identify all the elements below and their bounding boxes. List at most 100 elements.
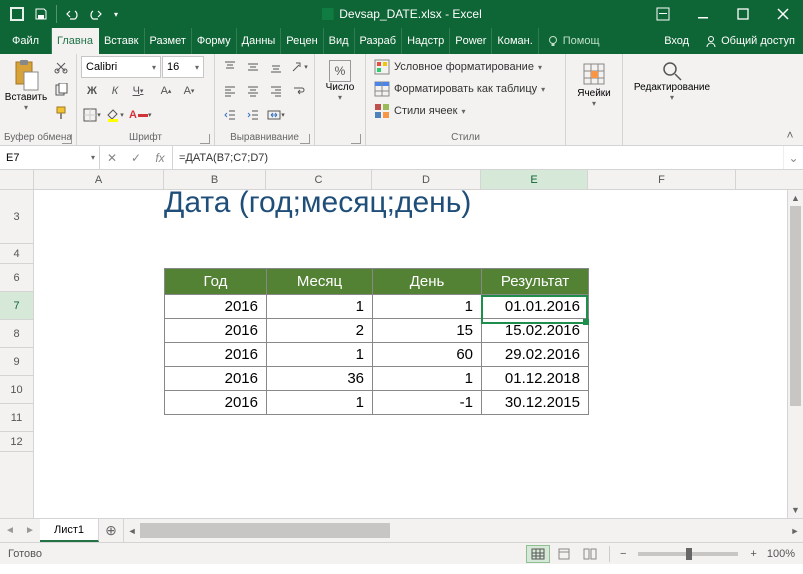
cell[interactable]: 2016	[165, 295, 267, 319]
select-all-corner[interactable]	[0, 170, 34, 189]
borders-icon[interactable]: ▾	[81, 104, 103, 126]
signin-button[interactable]: Вход	[656, 28, 697, 54]
fill-color-icon[interactable]: ▾	[104, 104, 126, 126]
cut-icon[interactable]	[50, 56, 72, 78]
fx-icon[interactable]: fx	[148, 146, 172, 169]
align-top-icon[interactable]	[219, 56, 241, 78]
increase-indent-icon[interactable]	[242, 104, 264, 126]
font-dialog-launcher[interactable]	[200, 134, 210, 144]
number-format-button[interactable]: % Число▾	[319, 56, 361, 102]
align-middle-icon[interactable]	[242, 56, 264, 78]
italic-button[interactable]: К	[104, 80, 126, 102]
name-box[interactable]: E7▾	[0, 146, 100, 169]
minimize-icon[interactable]	[683, 0, 723, 28]
cell[interactable]: 30.12.2015	[482, 391, 589, 415]
tab-addins[interactable]: Надстр	[402, 28, 450, 54]
tab-file[interactable]: Файл	[0, 28, 52, 54]
share-button[interactable]: Общий доступ	[697, 28, 803, 54]
tab-home[interactable]: Главна	[52, 28, 99, 54]
cell[interactable]: 29.02.2016	[482, 343, 589, 367]
cell[interactable]: 1	[267, 391, 373, 415]
column-header[interactable]: D	[372, 170, 481, 189]
cells-button[interactable]: Ячейки▾	[570, 56, 618, 108]
increase-font-icon[interactable]: A▴	[155, 80, 177, 102]
cell[interactable]: 1	[267, 295, 373, 319]
normal-view-icon[interactable]	[526, 545, 550, 563]
row-header[interactable]: 6	[0, 264, 33, 292]
align-center-icon[interactable]	[242, 80, 264, 102]
row-header[interactable]: 7	[0, 292, 33, 320]
zoom-out-icon[interactable]: −	[616, 548, 630, 560]
cell[interactable]: -1	[373, 391, 482, 415]
cell[interactable]: 60	[373, 343, 482, 367]
tab-formulas[interactable]: Форму	[192, 28, 237, 54]
copy-icon[interactable]	[50, 79, 72, 101]
vertical-scroll-thumb[interactable]	[790, 206, 801, 406]
row-header[interactable]: 11	[0, 404, 33, 432]
horizontal-scroll-thumb[interactable]	[140, 523, 390, 538]
orientation-icon[interactable]: ▾	[288, 56, 310, 78]
cell[interactable]: 2016	[165, 319, 267, 343]
tab-data[interactable]: Данны	[237, 28, 282, 54]
column-header[interactable]: B	[164, 170, 266, 189]
decrease-font-icon[interactable]: A▾	[178, 80, 200, 102]
conditional-formatting-button[interactable]: Условное форматирование▾	[370, 56, 546, 78]
merge-icon[interactable]: ▾	[265, 104, 287, 126]
font-color-icon[interactable]: A▾	[127, 104, 153, 126]
cell[interactable]: 15.02.2016	[482, 319, 589, 343]
close-icon[interactable]	[763, 0, 803, 28]
tab-layout[interactable]: Размет	[145, 28, 192, 54]
align-left-icon[interactable]	[219, 80, 241, 102]
cell[interactable]: 01.01.2016	[482, 295, 589, 319]
maximize-icon[interactable]	[723, 0, 763, 28]
row-header[interactable]: 10	[0, 376, 33, 404]
cell[interactable]: 2016	[165, 367, 267, 391]
wrap-text-icon[interactable]	[288, 80, 310, 102]
underline-button[interactable]: Ч▾	[127, 80, 149, 102]
cell[interactable]: 2016	[165, 343, 267, 367]
scroll-left-icon[interactable]: ◄	[124, 519, 140, 542]
format-as-table-button[interactable]: Форматировать как таблицу▾	[370, 78, 549, 100]
cell[interactable]: 1	[373, 295, 482, 319]
scroll-down-icon[interactable]: ▼	[788, 502, 803, 518]
tab-power[interactable]: Power	[450, 28, 492, 54]
cell[interactable]: 2016	[165, 391, 267, 415]
column-header[interactable]: C	[266, 170, 372, 189]
cell[interactable]: 36	[267, 367, 373, 391]
align-bottom-icon[interactable]	[265, 56, 287, 78]
row-header[interactable]: 3	[0, 190, 33, 244]
tab-nav-prev[interactable]: ◄	[0, 519, 20, 542]
align-dialog-launcher[interactable]	[300, 134, 310, 144]
add-sheet-icon[interactable]: ⊕	[99, 519, 123, 542]
qat-customize-icon[interactable]: ▾	[109, 3, 123, 25]
row-header[interactable]: 9	[0, 348, 33, 376]
page-layout-view-icon[interactable]	[552, 545, 576, 563]
undo-icon[interactable]	[61, 3, 83, 25]
redo-icon[interactable]	[85, 3, 107, 25]
sheet-tab[interactable]: Лист1	[40, 519, 99, 542]
cell[interactable]: 01.12.2018	[482, 367, 589, 391]
formula-input[interactable]: =ДАТА(B7;C7;D7)	[173, 146, 783, 169]
cell[interactable]: 2	[267, 319, 373, 343]
number-dialog-launcher[interactable]	[351, 134, 361, 144]
cell[interactable]: 1	[267, 343, 373, 367]
scroll-right-icon[interactable]: ►	[787, 519, 803, 542]
tab-insert[interactable]: Вставк	[99, 28, 145, 54]
row-header[interactable]: 12	[0, 432, 33, 452]
enter-formula-icon[interactable]: ✓	[124, 146, 148, 169]
column-header[interactable]: A	[34, 170, 164, 189]
tell-me[interactable]: Помощ	[539, 28, 608, 54]
decrease-indent-icon[interactable]	[219, 104, 241, 126]
editing-button[interactable]: Редактирование▾	[627, 56, 717, 102]
row-header[interactable]: 4	[0, 244, 33, 264]
cell[interactable]: 15	[373, 319, 482, 343]
tab-review[interactable]: Рецен	[281, 28, 323, 54]
cancel-formula-icon[interactable]: ✕	[100, 146, 124, 169]
clipboard-dialog-launcher[interactable]	[62, 134, 72, 144]
font-size-combo[interactable]: 16▾	[162, 56, 204, 78]
cell[interactable]: 1	[373, 367, 482, 391]
tab-developer[interactable]: Разраб	[355, 28, 403, 54]
font-name-combo[interactable]: Calibri▾	[81, 56, 161, 78]
zoom-thumb[interactable]	[686, 548, 692, 560]
cell-styles-button[interactable]: Стили ячеек▾	[370, 100, 470, 122]
